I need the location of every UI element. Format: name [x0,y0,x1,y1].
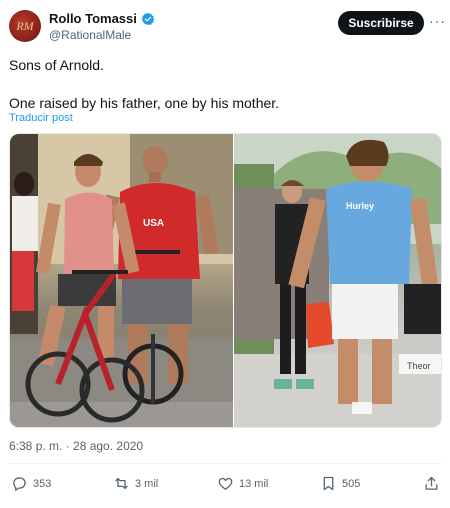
subscribe-button[interactable]: Suscribirse [338,11,424,35]
heart-icon [218,477,233,490]
mother-son-illustration: Hurley Theor [234,134,441,427]
author-name-row[interactable]: Rollo Tomassi [49,11,155,26]
bookmark-button[interactable]: 505 [320,475,360,492]
tweet-header: RM Rollo Tomassi @RationalMale Suscribir… [9,10,445,44]
share-icon [425,476,438,490]
verified-badge-icon [141,12,155,25]
tweet-timestamp[interactable]: 6:38 p. m. · 28 ago. 2020 [9,439,143,453]
repost-count: 3 mil [135,477,159,490]
tweet-text: Sons of Arnold. One raised by his father… [9,56,441,113]
photo-mother-son[interactable]: Hurley Theor [234,134,441,427]
author-handle[interactable]: @RationalMale [49,28,131,42]
photo-father-son[interactable]: USA [10,134,234,427]
translate-link[interactable]: Traducir post [9,112,73,124]
tweet-media[interactable]: USA Hurley Theor [9,133,442,428]
shirt-text-hurley: Hurley [346,201,374,211]
repost-button[interactable]: 3 mil [113,475,158,492]
like-button[interactable]: 13 mil [217,475,268,492]
sign-text: Theor [407,361,431,371]
tweet-actions: 353 3 mil 13 mil 505 [9,475,441,497]
avatar-initials: RM [16,18,34,33]
reply-icon [13,477,26,492]
like-count: 13 mil [239,477,269,490]
avatar[interactable]: RM [9,10,41,42]
bookmark-icon [323,476,334,491]
more-options-icon[interactable]: ··· [429,13,446,29]
shirt-text-usa: USA [143,218,164,229]
share-button[interactable] [423,475,440,492]
reply-button[interactable]: 353 [11,475,51,492]
reply-count: 353 [33,477,52,490]
tweet-line-2: One raised by his father, one by his mot… [9,95,280,111]
tweet-line-1: Sons of Arnold. [9,57,104,73]
author-name[interactable]: Rollo Tomassi [49,11,137,26]
divider [9,463,441,464]
father-son-illustration: USA [10,134,234,427]
bookmark-count: 505 [342,477,361,490]
repost-icon [115,477,128,490]
